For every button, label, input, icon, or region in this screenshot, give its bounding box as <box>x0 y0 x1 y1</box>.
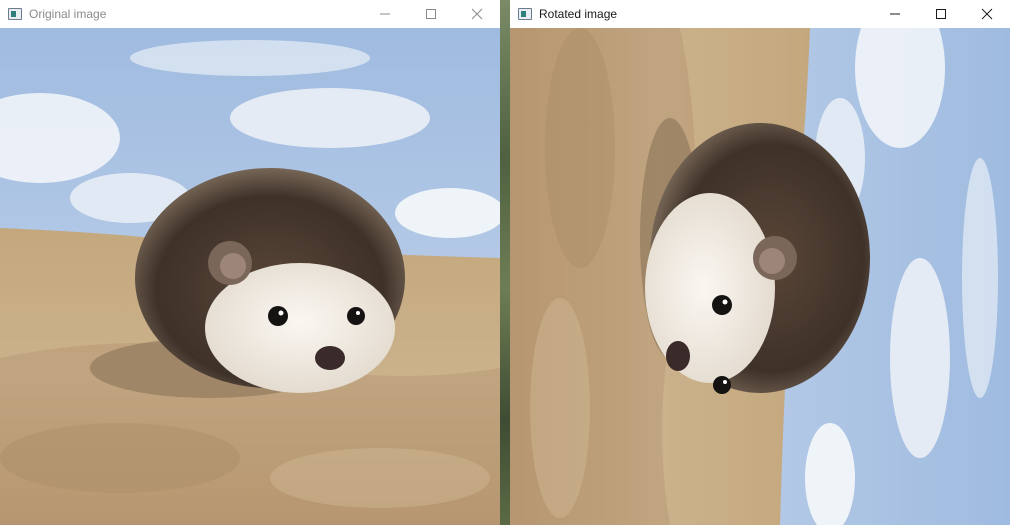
hedgehog-photo-rotated <box>510 28 1010 525</box>
desktop-background <box>500 0 510 525</box>
hedgehog-photo <box>0 28 500 525</box>
app-icon <box>8 8 22 20</box>
image-canvas <box>0 28 500 525</box>
minimize-icon <box>380 13 390 15</box>
maximize-button[interactable] <box>918 0 964 28</box>
title-bar[interactable]: Original image <box>0 0 500 28</box>
close-icon <box>471 8 483 20</box>
window-title: Rotated image <box>539 7 618 21</box>
close-button[interactable] <box>454 0 500 28</box>
window-title: Original image <box>29 7 107 21</box>
original-image-window[interactable]: Original image <box>0 0 500 525</box>
maximize-icon <box>936 9 946 19</box>
title-bar[interactable]: Rotated image <box>510 0 1010 28</box>
app-icon <box>518 8 532 20</box>
rotated-image-window[interactable]: Rotated image <box>510 0 1010 525</box>
close-button[interactable] <box>964 0 1010 28</box>
minimize-icon <box>890 13 900 15</box>
close-icon <box>981 8 993 20</box>
image-canvas <box>510 28 1010 525</box>
minimize-button[interactable] <box>872 0 918 28</box>
minimize-button[interactable] <box>362 0 408 28</box>
maximize-button[interactable] <box>408 0 454 28</box>
maximize-icon <box>426 9 436 19</box>
